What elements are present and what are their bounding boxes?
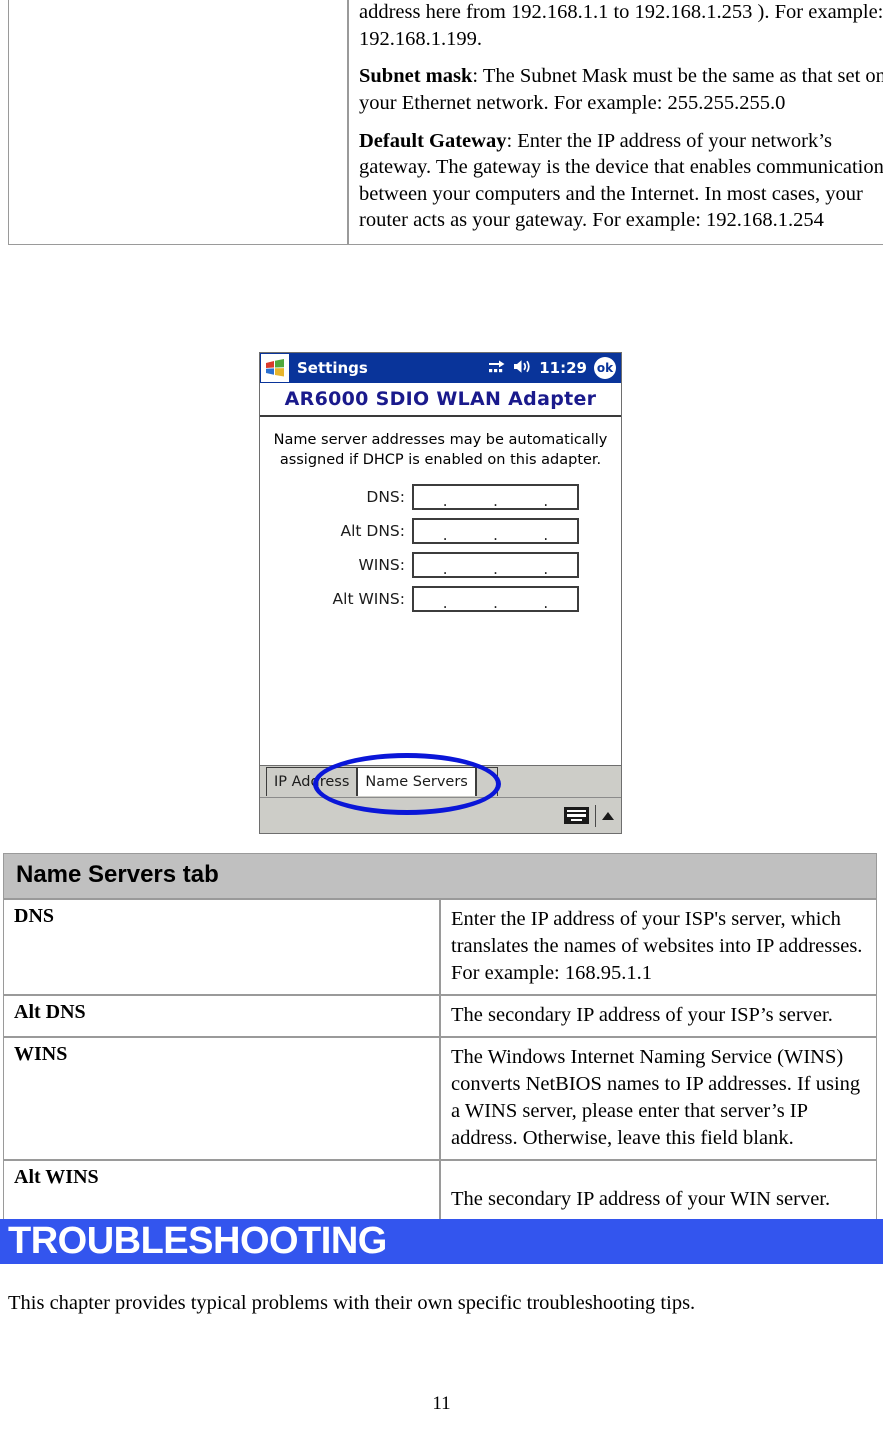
network-connectivity-icon[interactable]	[488, 359, 506, 378]
pda-sip-bar	[260, 797, 621, 833]
ip-dot: .	[493, 526, 498, 545]
table-header-label: Name Servers tab	[3, 853, 877, 899]
tab-name-servers[interactable]: Name Servers	[357, 767, 476, 796]
field-row-dns: DNS: . . .	[270, 484, 611, 511]
closing-paragraph: This chapter provides typical problems w…	[8, 1292, 696, 1314]
table-row: DNS Enter the IP address of your ISP's s…	[3, 899, 877, 996]
row-key-wins: WINS	[3, 1037, 440, 1161]
table-row: Alt DNS The secondary IP address of your…	[3, 995, 877, 1038]
row-key-alt-dns: Alt DNS	[3, 995, 440, 1038]
section-heading: TROUBLESHOOTING	[8, 1220, 387, 1262]
ip-dot: .	[543, 492, 549, 511]
ip-dot: .	[442, 594, 448, 613]
adapter-title: AR6000 SDIO WLAN Adapter	[260, 383, 621, 417]
sip-divider	[595, 804, 596, 827]
keyboard-icon[interactable]	[564, 807, 589, 824]
tab-bar-filler	[475, 767, 498, 796]
top-continuation-table: address here from 192.168.1.1 to 192.168…	[8, 0, 883, 246]
field-row-alt-dns: Alt DNS: . . .	[270, 518, 611, 545]
pda-title-bar: Settings 11:29 ok	[260, 353, 621, 383]
top-continuation-table-wrapper: address here from 192.168.1.1 to 192.168…	[8, 0, 883, 246]
ip-dot: .	[493, 560, 498, 579]
row-value-alt-dns: The secondary IP address of your ISP’s s…	[440, 995, 877, 1038]
ip-dot: .	[543, 560, 549, 579]
keyboard-row	[567, 810, 586, 813]
ip-dot: .	[442, 560, 448, 579]
row-value-dns: Enter the IP address of your ISP's serve…	[440, 899, 877, 996]
top-table-left-cell	[8, 0, 348, 246]
paragraph-subnet-mask: Subnet mask: The Subnet Mask must be the…	[359, 63, 883, 116]
row-value-wins: The Windows Internet Naming Service (WIN…	[440, 1037, 877, 1161]
windows-flag-icon[interactable]	[261, 354, 289, 382]
table-row: address here from 192.168.1.1 to 192.168…	[8, 0, 883, 246]
page-number: 11	[432, 1393, 451, 1414]
dns-label: DNS:	[366, 488, 405, 507]
name-servers-table: Name Servers tab DNS Enter the IP addres…	[3, 853, 877, 1241]
pda-status-icons: 11:29 ok	[488, 353, 616, 383]
alt-dns-label: Alt DNS:	[340, 522, 405, 541]
ok-button[interactable]: ok	[594, 357, 616, 379]
dhcp-hint-text: Name server addresses may be automatical…	[273, 432, 608, 468]
pda-body: Name server addresses may be automatical…	[260, 417, 621, 747]
keyboard-row	[570, 818, 583, 821]
tab-ip-address[interactable]: IP Address	[266, 767, 358, 796]
row-key-dns: DNS	[3, 899, 440, 996]
ip-dot: .	[543, 526, 549, 545]
pda-screenshot: Settings 11:29 ok AR6000 SDIO WLAN Adapt…	[259, 352, 622, 834]
pda-tab-bar: IP Address Name Servers	[260, 765, 621, 797]
field-row-wins: WINS: . . .	[270, 552, 611, 579]
ip-dot: .	[442, 526, 448, 545]
pda-clock: 11:29	[539, 359, 587, 377]
top-table-right-cell: address here from 192.168.1.1 to 192.168…	[348, 0, 883, 246]
paragraph-default-gateway: Default Gateway: Enter the IP address of…	[359, 128, 883, 235]
paragraph-lead: Subnet mask	[359, 65, 473, 88]
field-row-alt-wins: Alt WINS: . . .	[270, 586, 611, 613]
ip-dot: .	[493, 492, 498, 511]
alt-wins-label: Alt WINS:	[332, 590, 405, 609]
wins-input[interactable]: . . .	[412, 552, 579, 579]
speaker-icon[interactable]	[513, 359, 532, 378]
paragraph-ip-address: address here from 192.168.1.1 to 192.168…	[359, 0, 883, 52]
caret-up-icon[interactable]	[602, 811, 614, 820]
section-banner: TROUBLESHOOTING	[0, 1219, 883, 1264]
pda-title-text: Settings	[297, 359, 368, 377]
paragraph-text: address here from 192.168.1.1 to 192.168…	[359, 1, 883, 50]
ip-dot: .	[493, 594, 498, 613]
ip-dot: .	[442, 492, 448, 511]
wins-label: WINS:	[358, 556, 405, 575]
name-servers-table-wrapper: Name Servers tab DNS Enter the IP addres…	[3, 853, 877, 1241]
table-row: WINS The Windows Internet Naming Service…	[3, 1037, 877, 1161]
dns-input[interactable]: . . .	[412, 484, 579, 511]
keyboard-row	[567, 814, 586, 817]
table-header-row: Name Servers tab	[3, 853, 877, 899]
ip-dot: .	[543, 594, 549, 613]
alt-wins-input[interactable]: . . .	[412, 586, 579, 613]
alt-dns-input[interactable]: . . .	[412, 518, 579, 545]
paragraph-lead: Default Gateway	[359, 129, 507, 152]
